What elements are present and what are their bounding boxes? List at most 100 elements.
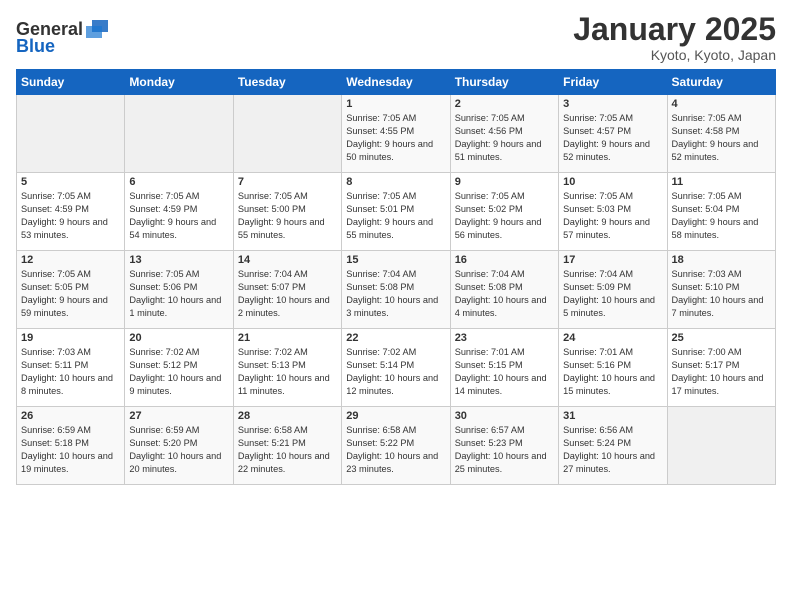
- sunset-text: Sunset: 5:17 PM: [672, 360, 740, 370]
- day-info: Sunrise: 7:05 AMSunset: 4:56 PMDaylight:…: [455, 112, 554, 164]
- sunrise-text: Sunrise: 7:05 AM: [346, 191, 416, 201]
- sunset-text: Sunset: 5:10 PM: [672, 282, 740, 292]
- day-number: 15: [346, 254, 445, 266]
- calendar-cell: 28Sunrise: 6:58 AMSunset: 5:21 PMDayligh…: [233, 407, 341, 485]
- day-number: 20: [129, 332, 228, 344]
- sunset-text: Sunset: 5:12 PM: [129, 360, 197, 370]
- day-info: Sunrise: 7:05 AMSunset: 5:03 PMDaylight:…: [563, 190, 662, 242]
- day-info: Sunrise: 7:05 AMSunset: 4:58 PMDaylight:…: [672, 112, 771, 164]
- day-number: 16: [455, 254, 554, 266]
- day-number: 6: [129, 176, 228, 188]
- week-row-1: 1Sunrise: 7:05 AMSunset: 4:55 PMDaylight…: [17, 95, 776, 173]
- sunrise-text: Sunrise: 7:05 AM: [563, 113, 633, 123]
- day-info: Sunrise: 7:05 AMSunset: 4:59 PMDaylight:…: [21, 190, 120, 242]
- sunset-text: Sunset: 4:55 PM: [346, 126, 414, 136]
- day-number: 17: [563, 254, 662, 266]
- day-info: Sunrise: 7:01 AMSunset: 5:16 PMDaylight:…: [563, 346, 662, 398]
- day-info: Sunrise: 7:03 AMSunset: 5:10 PMDaylight:…: [672, 268, 771, 320]
- calendar-cell: 14Sunrise: 7:04 AMSunset: 5:07 PMDayligh…: [233, 251, 341, 329]
- sunrise-text: Sunrise: 7:01 AM: [563, 347, 633, 357]
- daylight-text: Daylight: 10 hours and 17 minutes.: [672, 373, 764, 396]
- day-number: 3: [563, 98, 662, 110]
- calendar-cell: 30Sunrise: 6:57 AMSunset: 5:23 PMDayligh…: [450, 407, 558, 485]
- day-number: 31: [563, 410, 662, 422]
- day-info: Sunrise: 7:05 AMSunset: 4:59 PMDaylight:…: [129, 190, 228, 242]
- day-number: 2: [455, 98, 554, 110]
- day-number: 30: [455, 410, 554, 422]
- day-number: 11: [672, 176, 771, 188]
- daylight-text: Daylight: 10 hours and 25 minutes.: [455, 451, 547, 474]
- sunrise-text: Sunrise: 7:05 AM: [563, 191, 633, 201]
- daylight-text: Daylight: 10 hours and 14 minutes.: [455, 373, 547, 396]
- sunset-text: Sunset: 5:05 PM: [21, 282, 89, 292]
- day-info: Sunrise: 6:59 AM Sunset: 5:20 PM Daylight:…: [129, 424, 228, 476]
- day-number: 29: [346, 410, 445, 422]
- day-number: 24: [563, 332, 662, 344]
- day-number: 8: [346, 176, 445, 188]
- sunset-text: Sunset: 5:18 PM: [21, 438, 89, 448]
- sunrise-text: Sunrise: 7:05 AM: [21, 191, 91, 201]
- day-info: Sunrise: 6:59 AMSunset: 5:18 PMDaylight:…: [21, 424, 120, 476]
- sunset-text: Sunset: 5:20 PM: [129, 438, 197, 448]
- daylight-text: Daylight: 9 hours and 58 minutes.: [672, 217, 759, 240]
- sunset-text: Sunset: 5:00 PM: [238, 204, 306, 214]
- day-number: 13: [129, 254, 228, 266]
- daylight-text: Daylight: 9 hours and 50 minutes.: [346, 139, 433, 162]
- calendar-cell: 15Sunrise: 7:04 AMSunset: 5:08 PMDayligh…: [342, 251, 450, 329]
- daylight-text: Daylight: 10 hours and 11 minutes.: [238, 373, 330, 396]
- day-number: 23: [455, 332, 554, 344]
- day-number: 27: [129, 410, 228, 422]
- weekday-header-sunday: Sunday: [17, 70, 125, 95]
- day-info: Sunrise: 7:05 AMSunset: 5:06 PMDaylight:…: [129, 268, 228, 320]
- sunset-text: Sunset: 5:06 PM: [129, 282, 197, 292]
- sunrise-text: Sunrise: 7:03 AM: [672, 269, 742, 279]
- sunrise-text: Sunrise: 6:59 AM: [129, 425, 199, 435]
- sunrise-text: Sunrise: 7:05 AM: [455, 113, 525, 123]
- weekday-header-monday: Monday: [125, 70, 233, 95]
- sunset-text: Sunset: 5:14 PM: [346, 360, 414, 370]
- week-row-4: 19Sunrise: 7:03 AMSunset: 5:11 PMDayligh…: [17, 329, 776, 407]
- header: General Blue January 2025 Kyoto, Kyoto, …: [16, 12, 776, 63]
- weekday-header-wednesday: Wednesday: [342, 70, 450, 95]
- sunset-text: Sunset: 5:24 PM: [563, 438, 631, 448]
- calendar-cell: 1Sunrise: 7:05 AMSunset: 4:55 PMDaylight…: [342, 95, 450, 173]
- daylight-text: Daylight: 9 hours and 55 minutes.: [346, 217, 433, 240]
- sunrise-text: Sunrise: 7:05 AM: [238, 191, 308, 201]
- daylight-text: Daylight: 10 hours and 20 minutes.: [129, 451, 221, 474]
- sunrise-text: Sunrise: 6:58 AM: [238, 425, 308, 435]
- daylight-text: Daylight: 10 hours and 22 minutes.: [238, 451, 330, 474]
- calendar-cell: [17, 95, 125, 173]
- daylight-text: Daylight: 9 hours and 55 minutes.: [238, 217, 325, 240]
- day-number: 21: [238, 332, 337, 344]
- sunrise-text: Sunrise: 6:56 AM: [563, 425, 633, 435]
- day-info: Sunrise: 7:05 AMSunset: 5:02 PMDaylight:…: [455, 190, 554, 242]
- day-info: Sunrise: 6:58 AM Sunset: 5:21 PM Daylight:…: [238, 424, 337, 476]
- calendar-cell: [125, 95, 233, 173]
- daylight-text: Daylight: 10 hours and 27 minutes.: [563, 451, 655, 474]
- logo: General Blue: [16, 18, 110, 57]
- sunset-text: Sunset: 5:21 PM: [238, 438, 306, 448]
- day-info: Sunrise: 7:04 AMSunset: 5:07 PMDaylight:…: [238, 268, 337, 320]
- month-title: January 2025: [573, 12, 776, 47]
- sunset-text: Sunset: 4:59 PM: [21, 204, 89, 214]
- sunrise-text: Sunrise: 7:05 AM: [672, 113, 742, 123]
- sunrise-text: Sunrise: 7:00 AM: [672, 347, 742, 357]
- day-number: 9: [455, 176, 554, 188]
- title-block: January 2025 Kyoto, Kyoto, Japan: [573, 12, 776, 63]
- page: General Blue January 2025 Kyoto, Kyoto, …: [0, 0, 792, 612]
- sunset-text: Sunset: 5:07 PM: [238, 282, 306, 292]
- sunrise-text: Sunrise: 6:58 AM: [346, 425, 416, 435]
- calendar-cell: 17Sunrise: 7:04 AMSunset: 5:09 PMDayligh…: [559, 251, 667, 329]
- day-info: Sunrise: 7:05 AMSunset: 5:04 PMDaylight:…: [672, 190, 771, 242]
- sunrise-text: Sunrise: 7:05 AM: [21, 269, 91, 279]
- sunset-text: Sunset: 4:56 PM: [455, 126, 523, 136]
- daylight-text: Daylight: 9 hours and 59 minutes.: [21, 295, 108, 318]
- calendar-cell: 11 Sunrise: 7:05 AMSunset: 5:04 PMDayligh…: [667, 173, 775, 251]
- day-info: Sunrise: 7:02 AMSunset: 5:12 PMDaylight:…: [129, 346, 228, 398]
- sunset-text: Sunset: 5:01 PM: [346, 204, 414, 214]
- daylight-text: Daylight: 10 hours and 19 minutes.: [21, 451, 113, 474]
- calendar-cell: 12Sunrise: 7:05 AMSunset: 5:05 PMDayligh…: [17, 251, 125, 329]
- sunset-text: Sunset: 4:59 PM: [129, 204, 197, 214]
- day-number: 10: [563, 176, 662, 188]
- weekday-header-friday: Friday: [559, 70, 667, 95]
